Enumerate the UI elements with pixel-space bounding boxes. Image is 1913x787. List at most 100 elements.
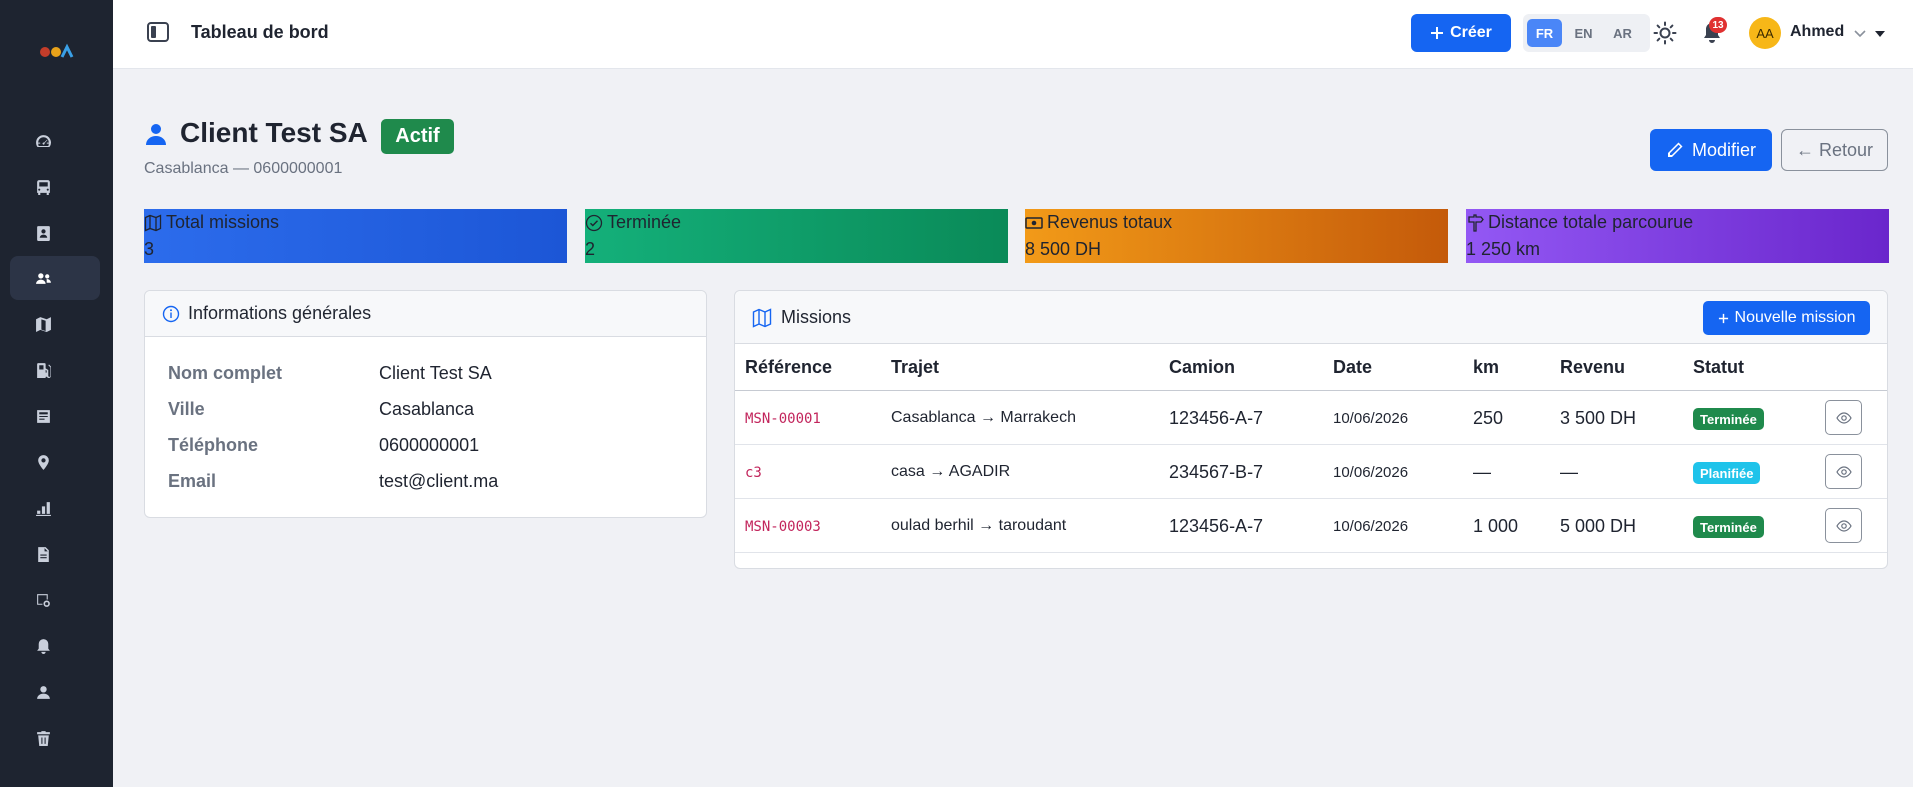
bell-icon — [37, 638, 50, 654]
notification-count-badge: 13 — [1709, 17, 1727, 33]
sidebar-item-vehicles[interactable] — [10, 165, 100, 209]
stat-label: Terminée — [607, 212, 682, 232]
language-switcher: FR EN AR — [1523, 14, 1650, 52]
sidebar-item-reports[interactable] — [10, 486, 100, 530]
info-icon — [162, 305, 180, 322]
eye-icon — [1835, 411, 1852, 424]
mission-date: 10/06/2026 — [1333, 410, 1409, 427]
caret-down-icon[interactable] — [1873, 28, 1887, 40]
sun-icon[interactable] — [1653, 21, 1677, 45]
status-badge: Actif — [381, 119, 454, 154]
info-value: test@client.ma — [379, 471, 499, 491]
stat-value: 1 250 km — [1466, 239, 1541, 259]
contact-card-icon — [37, 225, 50, 241]
stat-distance: Distance totale parcourue 1 250 km — [1466, 209, 1889, 263]
table-row: MSN-00001 Casablanca → Marrakech 123456-… — [735, 391, 1887, 445]
user-name[interactable]: Ahmed — [1790, 23, 1844, 41]
dashboard-icon — [36, 134, 51, 147]
sidebar-item-notifications[interactable] — [10, 624, 100, 668]
status-badge: Terminée — [1693, 516, 1764, 538]
view-mission-button[interactable] — [1825, 454, 1862, 489]
table-row: MSN-00003 oulad berhil → taroudant 12345… — [735, 499, 1887, 553]
sidebar-item-invoices[interactable] — [10, 394, 100, 438]
bus-icon — [37, 179, 50, 195]
column-header-reference[interactable]: Référence — [745, 357, 832, 378]
stat-value: 3 — [144, 239, 155, 259]
edit-button[interactable]: Modifier — [1650, 129, 1772, 171]
sidebar-item-clients[interactable] — [10, 256, 100, 300]
mission-revenue: 3 500 DH — [1560, 408, 1637, 428]
app-logo[interactable] — [36, 40, 76, 64]
info-value: Casablanca — [379, 399, 475, 419]
mission-date: 10/06/2026 — [1333, 518, 1409, 535]
new-mission-button[interactable]: Nouvelle mission — [1703, 301, 1870, 335]
column-header-route[interactable]: Trajet — [891, 357, 939, 378]
avatar[interactable]: AA — [1749, 17, 1781, 49]
create-button[interactable]: Créer — [1411, 14, 1511, 52]
mission-reference-link[interactable]: MSN-00003 — [745, 519, 821, 535]
mission-reference-link[interactable]: MSN-00001 — [745, 411, 821, 427]
mission-km: — — [1473, 462, 1491, 482]
mission-truck: 234567-B-7 — [1169, 462, 1264, 482]
lang-ar-button[interactable]: AR — [1605, 19, 1640, 47]
info-card-header: Informations générales — [145, 291, 706, 337]
client-name: Client Test SA — [180, 117, 368, 148]
info-key: Email — [168, 471, 217, 491]
sidebar — [0, 0, 113, 787]
column-header-status[interactable]: Statut — [1693, 357, 1744, 378]
sidebar-item-documents[interactable] — [10, 532, 100, 576]
user-icon — [146, 124, 166, 145]
sidebar-item-trash[interactable] — [10, 716, 100, 760]
client-subtitle: Casablanca — 0600000001 — [144, 160, 343, 177]
sidebar-item-settings[interactable] — [10, 578, 100, 622]
plus-icon — [1718, 313, 1728, 323]
check-circle-icon — [585, 214, 603, 231]
stat-label: Revenus totaux — [1047, 212, 1173, 232]
mission-route: oulad berhil → taroudant — [891, 517, 1067, 534]
mission-truck: 123456-A-7 — [1169, 516, 1264, 536]
chevron-down-icon[interactable] — [1853, 26, 1867, 40]
lang-en-button[interactable]: EN — [1566, 19, 1601, 47]
lang-fr-button[interactable]: FR — [1527, 19, 1562, 47]
plus-icon — [1431, 27, 1444, 39]
info-value: Client Test SA — [379, 363, 492, 383]
mission-km: 250 — [1473, 408, 1504, 428]
map-icon — [144, 213, 162, 232]
status-badge: Planifiée — [1693, 462, 1761, 484]
mission-date: 10/06/2026 — [1333, 464, 1409, 481]
status-badge: Terminée — [1693, 408, 1764, 430]
top-header: Tableau de bord Créer FR EN AR 13 AA Ahm… — [113, 0, 1913, 69]
mission-revenue: — — [1560, 462, 1578, 482]
sidebar-item-drivers[interactable] — [10, 211, 100, 255]
stat-revenue: Revenus totaux 8 500 DH — [1025, 209, 1448, 263]
column-header-km[interactable]: km — [1473, 357, 1499, 378]
column-header-revenue[interactable]: Revenu — [1560, 357, 1625, 378]
info-key: Nom complet — [168, 363, 283, 383]
stat-label: Total missions — [166, 212, 280, 232]
mission-revenue: 5 000 DH — [1560, 516, 1637, 536]
sidebar-toggle-icon[interactable] — [147, 22, 169, 42]
view-mission-button[interactable] — [1825, 508, 1862, 543]
map-icon — [36, 316, 51, 332]
sidebar-item-dashboard[interactable] — [10, 119, 100, 163]
view-mission-button[interactable] — [1825, 400, 1862, 435]
info-key: Téléphone — [168, 435, 259, 455]
sidebar-item-missions[interactable] — [10, 302, 100, 346]
receipt-icon — [37, 409, 50, 423]
page-title: Tableau de bord — [191, 22, 329, 42]
back-button[interactable]: ← Retour — [1781, 129, 1888, 171]
sidebar-item-tracking[interactable] — [10, 440, 100, 484]
info-card-title: Informations générales — [188, 303, 372, 323]
mission-truck: 123456-A-7 — [1169, 408, 1264, 428]
column-header-truck[interactable]: Camion — [1169, 357, 1235, 378]
mission-route: Casablanca → Marrakech — [891, 409, 1076, 426]
create-button-label: Créer — [1450, 24, 1492, 41]
eye-icon — [1835, 465, 1852, 478]
new-mission-label: Nouvelle mission — [1734, 309, 1856, 326]
sidebar-item-profile[interactable] — [10, 670, 100, 714]
mission-reference-link[interactable]: c3 — [745, 465, 762, 481]
location-pin-icon — [38, 454, 49, 470]
trash-icon — [37, 730, 50, 746]
sidebar-item-fuel[interactable] — [10, 348, 100, 392]
column-header-date[interactable]: Date — [1333, 357, 1372, 378]
